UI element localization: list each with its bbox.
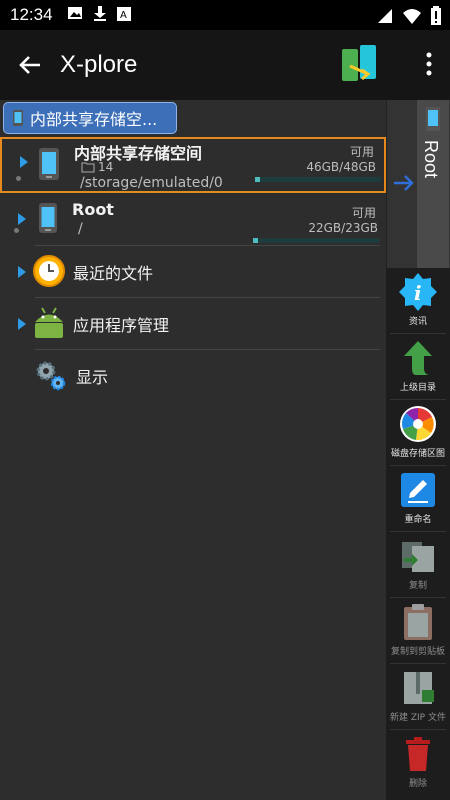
copy-to-clipboard-button[interactable]: 复制到剪贴板 (386, 598, 450, 664)
tree-item-recent-files[interactable]: 最近的文件 (0, 246, 386, 298)
more-vert-icon (426, 52, 432, 76)
zip-icon (404, 672, 434, 704)
phone-storage-icon (39, 148, 59, 180)
battery-icon (430, 6, 442, 30)
tool-label: 磁盘存储区图 (390, 449, 445, 459)
item-count: 14 (98, 160, 114, 174)
usage-bar (253, 238, 379, 243)
file-tree-pane: 内部共享存储空... 内部共享存储空间 14 /storage/emulated… (0, 100, 386, 800)
tree-item-app-manager[interactable]: 应用程序管理 (0, 298, 386, 350)
android-icon (35, 307, 63, 338)
signal-icon (376, 7, 394, 29)
expand-icon[interactable] (18, 318, 26, 330)
disk-map-icon (400, 406, 436, 442)
tool-label: 资讯 (408, 317, 427, 327)
tool-label: 新建 ZIP 文件 (390, 713, 446, 723)
storage-path: / (78, 221, 83, 237)
expand-icon[interactable] (18, 266, 26, 278)
tree-item-label: 最近的文件 (73, 264, 154, 283)
tree-item-display-settings[interactable]: 显示 (0, 350, 386, 402)
app-bar: X-plore (0, 30, 450, 100)
info-button[interactable]: i 资讯 (386, 268, 450, 334)
parent-directory-button[interactable]: 上级目录 (386, 334, 450, 400)
tree-item-label: 应用程序管理 (73, 316, 170, 335)
delete-button[interactable]: 删除 (386, 730, 450, 796)
image-notification-icon (67, 5, 83, 25)
tool-label: 重命名 (404, 515, 432, 525)
breadcrumb-label: 内部共享存储空... (30, 110, 158, 129)
svg-text:A: A (120, 10, 127, 21)
copy-icon (402, 542, 434, 572)
storage-name: Root (72, 200, 114, 219)
tool-label: 复制 (408, 581, 427, 591)
download-icon (93, 5, 107, 25)
usage-bar-fill (255, 177, 261, 182)
font-notification-icon: A (116, 6, 131, 25)
status-dot (16, 176, 21, 181)
new-zip-button[interactable]: 新建 ZIP 文件 (386, 664, 450, 730)
available-label: 可用 (351, 206, 376, 220)
overflow-menu-button[interactable] (426, 52, 432, 80)
action-toolbar: i 资讯 上级目录 磁盘存储区图 重命名 复制 复制到剪贴板 新建 ZIP 文件… (386, 268, 450, 800)
dual-pane-icon (342, 45, 376, 81)
tool-label: 删除 (408, 779, 427, 789)
gears-icon (36, 361, 66, 391)
storage-size: 22GB/23GB (308, 221, 378, 235)
back-arrow-icon (19, 56, 40, 74)
storage-row-root[interactable]: Root / 可用 22GB/23GB (0, 196, 386, 246)
svg-text:i: i (414, 281, 422, 305)
tool-label: 复制到剪贴板 (390, 647, 445, 657)
status-bar: 12:34 A (0, 0, 450, 30)
clipboard-icon (404, 604, 432, 640)
disk-map-button[interactable]: 磁盘存储区图 (386, 400, 450, 466)
root-tab-label: Root (421, 140, 441, 179)
expand-icon[interactable] (18, 213, 26, 225)
available-label: 可用 (349, 145, 374, 159)
expand-icon[interactable] (20, 156, 28, 168)
storage-size: 46GB/48GB (306, 160, 376, 174)
clock-icon (33, 255, 65, 287)
clock: 12:34 (10, 5, 53, 24)
rename-button[interactable]: 重命名 (386, 466, 450, 532)
breadcrumb[interactable]: 内部共享存储空... (3, 102, 177, 134)
dual-pane-button[interactable] (340, 44, 380, 86)
rename-icon (401, 473, 435, 507)
back-button[interactable] (0, 30, 60, 100)
status-dot (14, 228, 19, 233)
root-tab[interactable]: Root (417, 100, 449, 268)
copy-button[interactable]: 复制 (386, 532, 450, 598)
arrow-right-icon (394, 175, 414, 191)
tool-label: 上级目录 (399, 383, 436, 393)
usage-bar-fill (253, 238, 259, 243)
storage-path: /storage/emulated/0 (80, 175, 223, 191)
app-title: X-plore (60, 51, 138, 78)
storage-row-internal[interactable]: 内部共享存储空间 14 /storage/emulated/0 可用 46GB/… (0, 137, 386, 193)
info-icon: i (399, 273, 437, 311)
wifi-icon (402, 7, 422, 29)
secondary-pane[interactable]: Root (386, 100, 450, 268)
phone-storage-icon (13, 110, 23, 126)
usage-bar (255, 177, 381, 182)
phone-storage-icon (426, 107, 440, 131)
tree-item-label: 显示 (76, 368, 109, 387)
phone-storage-icon (39, 203, 57, 233)
up-arrow-icon (404, 341, 432, 375)
folder-icon (81, 162, 95, 173)
trash-icon (406, 737, 430, 771)
